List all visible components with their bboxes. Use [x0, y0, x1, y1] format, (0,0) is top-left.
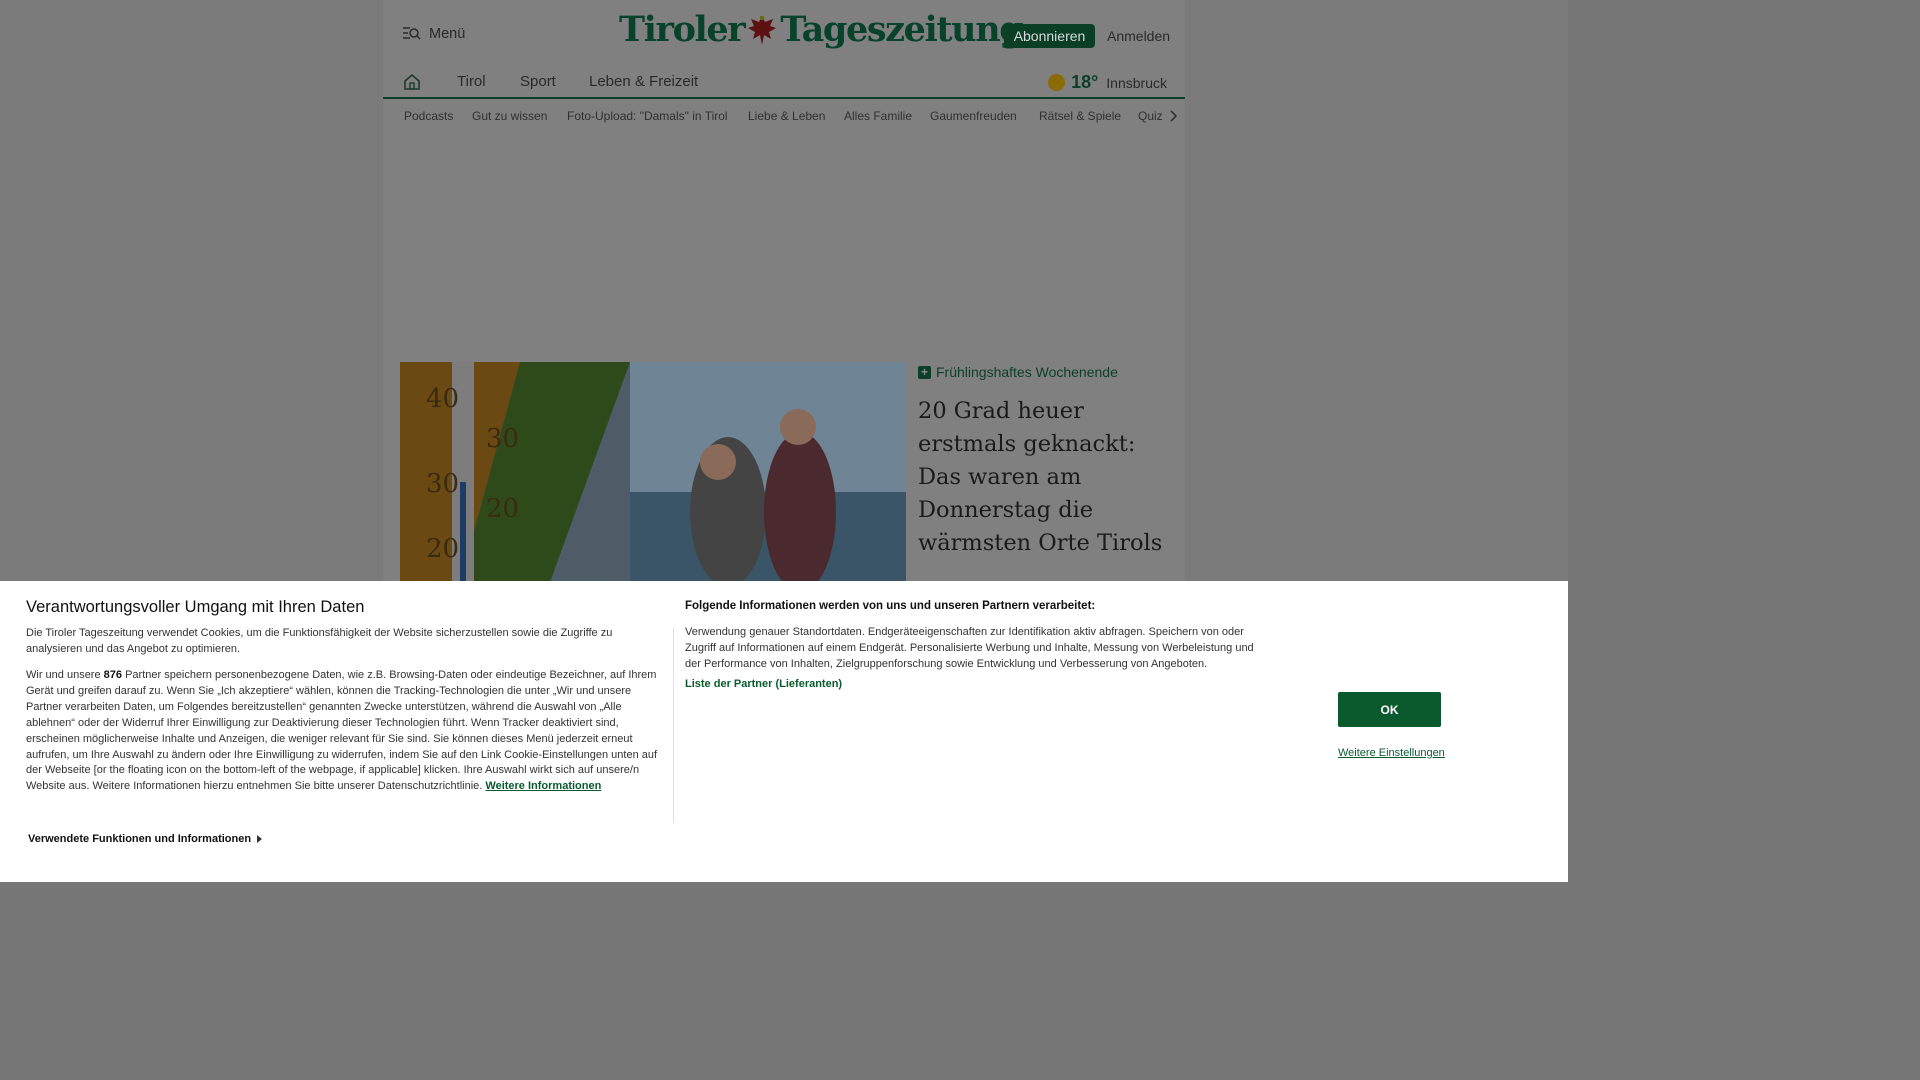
teaser-photo: 40 30 30 20 20	[400, 362, 906, 582]
more-settings-link[interactable]: Weitere Einstellungen	[1338, 747, 1445, 759]
sun-icon	[1048, 74, 1066, 91]
more-info-link[interactable]: Weitere Informationen	[485, 780, 601, 792]
consent-title: Verantwortungsvoller Umgang mit Ihren Da…	[26, 598, 365, 616]
svg-text:30: 30	[426, 469, 459, 499]
nav-item-tirol[interactable]: Tirol	[457, 73, 486, 90]
consent-divider	[673, 627, 674, 823]
weather-widget[interactable]: 18° Innsbruck	[1048, 72, 1167, 93]
processing-info-title: Folgende Informationen werden von uns un…	[685, 600, 1096, 612]
sub-nav: Podcasts Gut zu wissen Foto-Upload: "Dam…	[383, 100, 1185, 132]
menu-label: Menü	[429, 26, 466, 42]
site-logo[interactable]: Tiroler Tageszeitung	[619, 9, 1024, 50]
main-nav: Tirol Sport Leben & Freizeit 18° Innsbru…	[383, 65, 1185, 99]
subscribe-button[interactable]: Abonnieren	[1004, 24, 1095, 48]
svg-text:20: 20	[486, 494, 519, 524]
kicker-text: Frühlingshaftes Wochenende	[936, 364, 1118, 380]
logo-word-tiroler: Tiroler	[619, 9, 746, 50]
consent-body-post: Partner speichern personenbezogene Daten…	[26, 669, 658, 793]
chevron-right-icon[interactable]	[1169, 110, 1178, 122]
subnav-item-gaumenfreuden[interactable]: Gaumenfreuden	[930, 109, 1017, 123]
logo-word-tageszeitung: Tageszeitung	[780, 9, 1023, 50]
caret-right-icon	[257, 835, 263, 843]
partner-count: 876	[103, 669, 123, 681]
processing-info-text: Verwendung genauer Standortdaten. Endger…	[685, 626, 1254, 670]
tyrolean-eagle-icon	[748, 15, 777, 45]
subnav-item-quiz[interactable]: Quiz	[1138, 109, 1163, 123]
consent-body-pre: Wir und unsere	[26, 669, 104, 681]
subnav-item-liebe-leben[interactable]: Liebe & Leben	[748, 109, 825, 123]
svg-text:40: 40	[426, 384, 459, 414]
home-icon[interactable]	[403, 73, 421, 90]
nav-item-sport[interactable]: Sport	[520, 73, 556, 90]
weather-temperature: 18°	[1071, 72, 1099, 92]
subnav-item-podcasts[interactable]: Podcasts	[404, 109, 453, 123]
top-bar: Menü Tiroler Tageszeitung Abonnieren Anm…	[383, 0, 1185, 65]
partner-list-link[interactable]: Liste der Partner (Lieferanten)	[685, 678, 842, 690]
svg-text:30: 30	[486, 424, 519, 454]
teaser-kicker[interactable]: + Frühlingshaftes Wochenende	[918, 364, 1118, 380]
ok-button[interactable]: OK	[1338, 692, 1441, 727]
teaser-headline[interactable]: 20 Grad heuer erstmals geknackt: Das war…	[918, 395, 1178, 560]
consent-body: Wir und unsere 876 Partner speichern per…	[26, 668, 662, 795]
subnav-item-gut-zu-wissen[interactable]: Gut zu wissen	[472, 109, 547, 123]
plus-badge-icon: +	[918, 365, 931, 379]
subnav-item-foto-upload[interactable]: Foto-Upload: "Damals" in Tirol	[567, 109, 728, 123]
nav-item-leben-freizeit[interactable]: Leben & Freizeit	[589, 73, 698, 90]
functions-toggle[interactable]: Verwendete Funktionen und Informationen	[28, 833, 263, 845]
subnav-item-raetsel-spiele[interactable]: Rätsel & Spiele	[1039, 109, 1121, 123]
svg-text:20: 20	[426, 534, 459, 564]
teaser-image[interactable]: 40 30 30 20 20	[400, 362, 906, 582]
functions-toggle-label: Verwendete Funktionen und Informationen	[28, 833, 252, 845]
login-link[interactable]: Anmelden	[1107, 28, 1170, 44]
menu-button[interactable]: Menü	[403, 26, 465, 42]
menu-search-icon	[403, 27, 421, 40]
consent-intro: Die Tiroler Tageszeitung verwendet Cooki…	[26, 627, 613, 655]
subnav-item-alles-familie[interactable]: Alles Familie	[844, 109, 912, 123]
cookie-consent-banner: Verantwortungsvoller Umgang mit Ihren Da…	[0, 581, 1568, 882]
weather-city: Innsbruck	[1106, 74, 1167, 91]
